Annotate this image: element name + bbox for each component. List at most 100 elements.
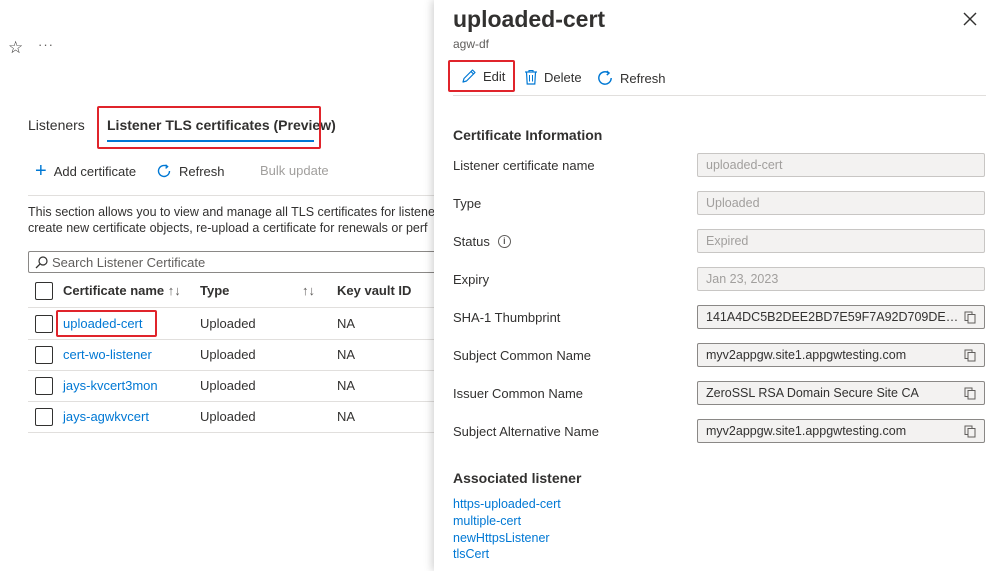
field-label: Listener certificate name	[453, 158, 595, 173]
copy-icon[interactable]	[960, 345, 980, 365]
delete-button[interactable]: Delete	[524, 69, 582, 85]
status-label: Status	[453, 234, 490, 249]
certificate-name-link[interactable]: jays-agwkvcert	[63, 409, 149, 424]
add-certificate-label: Add certificate	[53, 163, 137, 179]
refresh-button[interactable]: Refresh	[156, 163, 225, 179]
associated-listener-link[interactable]: multiple-cert	[453, 514, 521, 528]
expiry-label: Expiry	[453, 272, 490, 287]
certificate-name-link[interactable]: uploaded-cert	[63, 316, 143, 331]
description-line-2: create new certificate objects, re-uploa…	[28, 221, 428, 235]
associated-listener-heading: Associated listener	[453, 470, 582, 486]
pane-subtitle: agw-df	[453, 37, 490, 51]
column-header-key-vault-id[interactable]: Key vault ID	[337, 283, 411, 298]
field-label: Expiry	[453, 272, 489, 287]
refresh-icon	[598, 70, 612, 85]
field-value: uploaded-cert	[706, 158, 783, 172]
toolbar-divider	[453, 95, 986, 96]
toolbar-divider	[28, 195, 440, 196]
field-label: Subject Alternative Name	[453, 424, 599, 439]
column-header-type[interactable]: Type	[200, 283, 229, 298]
star-icon[interactable]: ☆	[8, 38, 23, 58]
field-value: Uploaded	[706, 196, 760, 210]
certificate-type: Uploaded	[200, 347, 256, 362]
select-all-checkbox[interactable]	[35, 282, 53, 300]
ellipsis-icon[interactable]: ···	[38, 37, 54, 52]
edit-button[interactable]: Edit	[448, 60, 515, 92]
pane-title: uploaded-cert	[453, 6, 606, 32]
table-divider	[28, 307, 440, 308]
certificate-name-link[interactable]: cert-wo-listener	[63, 347, 152, 362]
refresh-icon	[157, 164, 171, 178]
sort-icon[interactable]: ↑↓	[302, 283, 315, 298]
certificate-details-pane: uploaded-cert agw-df Edit Delete Refresh	[434, 0, 999, 571]
section-description: This section allows you to view and mana…	[28, 204, 440, 236]
tab-listener-tls-certificates[interactable]: Listener TLS certificates (Preview)	[107, 117, 336, 133]
field-value: Jan 23, 2023	[706, 272, 779, 286]
associated-listener-link[interactable]: https-uploaded-cert	[453, 497, 561, 511]
field-label: Subject Common Name	[453, 348, 591, 363]
key-vault-id: NA	[337, 347, 356, 362]
column-certificate-name-label: Certificate name	[63, 283, 165, 298]
plus-icon: +	[35, 160, 47, 182]
column-header-certificate-name[interactable]: Certificate name ↑↓	[63, 283, 181, 298]
add-certificate-button[interactable]: + Add certificate	[35, 160, 137, 182]
refresh-label: Refresh	[179, 163, 225, 179]
field-value: Expired	[706, 234, 749, 248]
type-field[interactable]: Uploaded	[697, 191, 985, 215]
row-checkbox[interactable]	[35, 408, 53, 426]
listener-certificate-name-field[interactable]: uploaded-cert	[697, 153, 985, 177]
search-input[interactable]	[52, 254, 432, 270]
info-icon[interactable]: i	[497, 235, 511, 248]
bulk-update-label: Bulk update	[260, 163, 329, 178]
sort-icon[interactable]: ↑↓	[168, 283, 181, 298]
subject-common-name-label: Subject Common Name	[453, 348, 591, 363]
sha1-thumbprint-field[interactable]: 141A4DC5B2DEE2BD7E59F7A92D709DEAF...	[697, 305, 985, 329]
associated-listener-link[interactable]: newHttpsListener	[453, 531, 550, 545]
expiry-field[interactable]: Jan 23, 2023	[697, 267, 985, 291]
refresh-button[interactable]: Refresh	[596, 69, 666, 87]
bulk-update-button[interactable]: Bulk update	[260, 163, 329, 178]
field-label: Status i	[453, 234, 511, 249]
trash-icon	[525, 69, 537, 85]
close-button[interactable]	[960, 9, 980, 29]
field-label: Type	[453, 196, 481, 211]
sha1-thumbprint-label: SHA-1 Thumbprint	[453, 310, 561, 325]
key-vault-id: NA	[337, 378, 356, 393]
edit-label: Edit	[483, 68, 506, 84]
field-value: myv2appgw.site1.appgwtesting.com	[706, 348, 907, 362]
certificate-name-link[interactable]: jays-kvcert3mon	[63, 378, 158, 393]
issuer-common-name-field[interactable]: ZeroSSL RSA Domain Secure Site CA	[697, 381, 985, 405]
pencil-icon	[462, 69, 476, 83]
listener-certificate-name-label: Listener certificate name	[453, 158, 595, 173]
row-checkbox[interactable]	[35, 315, 53, 333]
subject-common-name-field[interactable]: myv2appgw.site1.appgwtesting.com	[697, 343, 985, 367]
certificate-type: Uploaded	[200, 409, 256, 424]
copy-icon[interactable]	[960, 307, 980, 327]
refresh-label: Refresh	[620, 70, 666, 86]
type-label: Type	[453, 196, 482, 211]
table-row-divider	[28, 339, 440, 340]
copy-icon[interactable]	[960, 421, 980, 441]
row-checkbox[interactable]	[35, 346, 53, 364]
search-box[interactable]	[28, 251, 440, 273]
field-value: 141A4DC5B2DEE2BD7E59F7A92D709DEAF...	[706, 310, 960, 324]
certificate-type: Uploaded	[200, 378, 256, 393]
field-label: SHA-1 Thumbprint	[453, 310, 560, 325]
field-value: myv2appgw.site1.appgwtesting.com	[706, 424, 907, 438]
table-row-divider	[28, 401, 440, 402]
tab-listeners[interactable]: Listeners	[28, 117, 85, 133]
issuer-common-name-label: Issuer Common Name	[453, 386, 584, 401]
certificates-blade: ☆ ··· Listeners Listener TLS certificate…	[0, 0, 440, 571]
row-checkbox[interactable]	[35, 377, 53, 395]
description-line-1: This section allows you to view and mana…	[28, 205, 435, 219]
search-icon	[35, 255, 48, 268]
associated-listener-link[interactable]: tlsCert	[453, 547, 489, 561]
subject-alternative-name-field[interactable]: myv2appgw.site1.appgwtesting.com	[697, 419, 985, 443]
certificate-information-heading: Certificate Information	[453, 127, 603, 143]
field-value: ZeroSSL RSA Domain Secure Site CA	[706, 386, 919, 400]
copy-icon[interactable]	[960, 383, 980, 403]
certificate-type: Uploaded	[200, 316, 256, 331]
status-field[interactable]: Expired	[697, 229, 985, 253]
subject-alternative-name-label: Subject Alternative Name	[453, 424, 599, 439]
table-row-divider	[28, 432, 440, 433]
